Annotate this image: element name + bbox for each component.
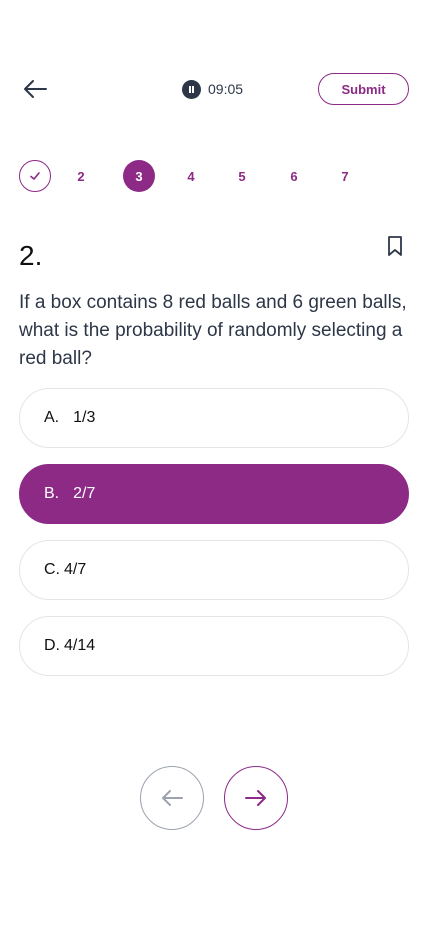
question-text: If a box contains 8 red balls and 6 gree… <box>19 292 407 369</box>
step-5[interactable]: 5 <box>226 160 258 192</box>
step-7[interactable]: 7 <box>329 160 361 192</box>
timer-text: 09:05 <box>208 81 244 97</box>
bookmark-button[interactable] <box>386 235 404 257</box>
arrow-right-icon <box>245 790 266 806</box>
next-question-button[interactable] <box>224 766 288 830</box>
option-letter: D. <box>44 637 60 654</box>
submit-button[interactable]: Submit <box>318 73 409 105</box>
arrow-left-icon <box>162 790 183 806</box>
option-value: 4/7 <box>64 561 87 578</box>
timer[interactable]: 09:05 <box>182 78 243 100</box>
previous-question-button[interactable] <box>140 766 204 830</box>
question-stepper: 2 3 4 5 6 7 <box>0 160 430 194</box>
option-value: 1/3 <box>73 409 96 426</box>
bookmark-icon <box>388 236 402 256</box>
arrow-left-icon <box>24 80 47 98</box>
check-icon <box>30 172 40 180</box>
step-6[interactable]: 6 <box>278 160 310 192</box>
option-letter: B. <box>44 485 60 502</box>
option-letter: C. <box>44 561 60 578</box>
step-2[interactable]: 2 <box>65 160 97 192</box>
option-a[interactable]: A. 1/3 <box>19 388 409 448</box>
back-button[interactable] <box>22 78 48 100</box>
step-3[interactable]: 3 <box>123 160 155 192</box>
option-b[interactable]: B. 2/7 <box>19 464 409 524</box>
option-value: 4/14 <box>64 637 96 654</box>
question-number: 2. <box>19 240 43 271</box>
option-value: 2/7 <box>73 485 96 502</box>
option-letter: A. <box>44 409 60 426</box>
option-c[interactable]: C. 4/7 <box>19 540 409 600</box>
pause-icon[interactable] <box>182 79 201 99</box>
step-1[interactable] <box>19 160 51 192</box>
quiz-header: 09:05 Submit <box>0 70 430 108</box>
step-4[interactable]: 4 <box>175 160 207 192</box>
option-d[interactable]: D. 4/14 <box>19 616 409 676</box>
